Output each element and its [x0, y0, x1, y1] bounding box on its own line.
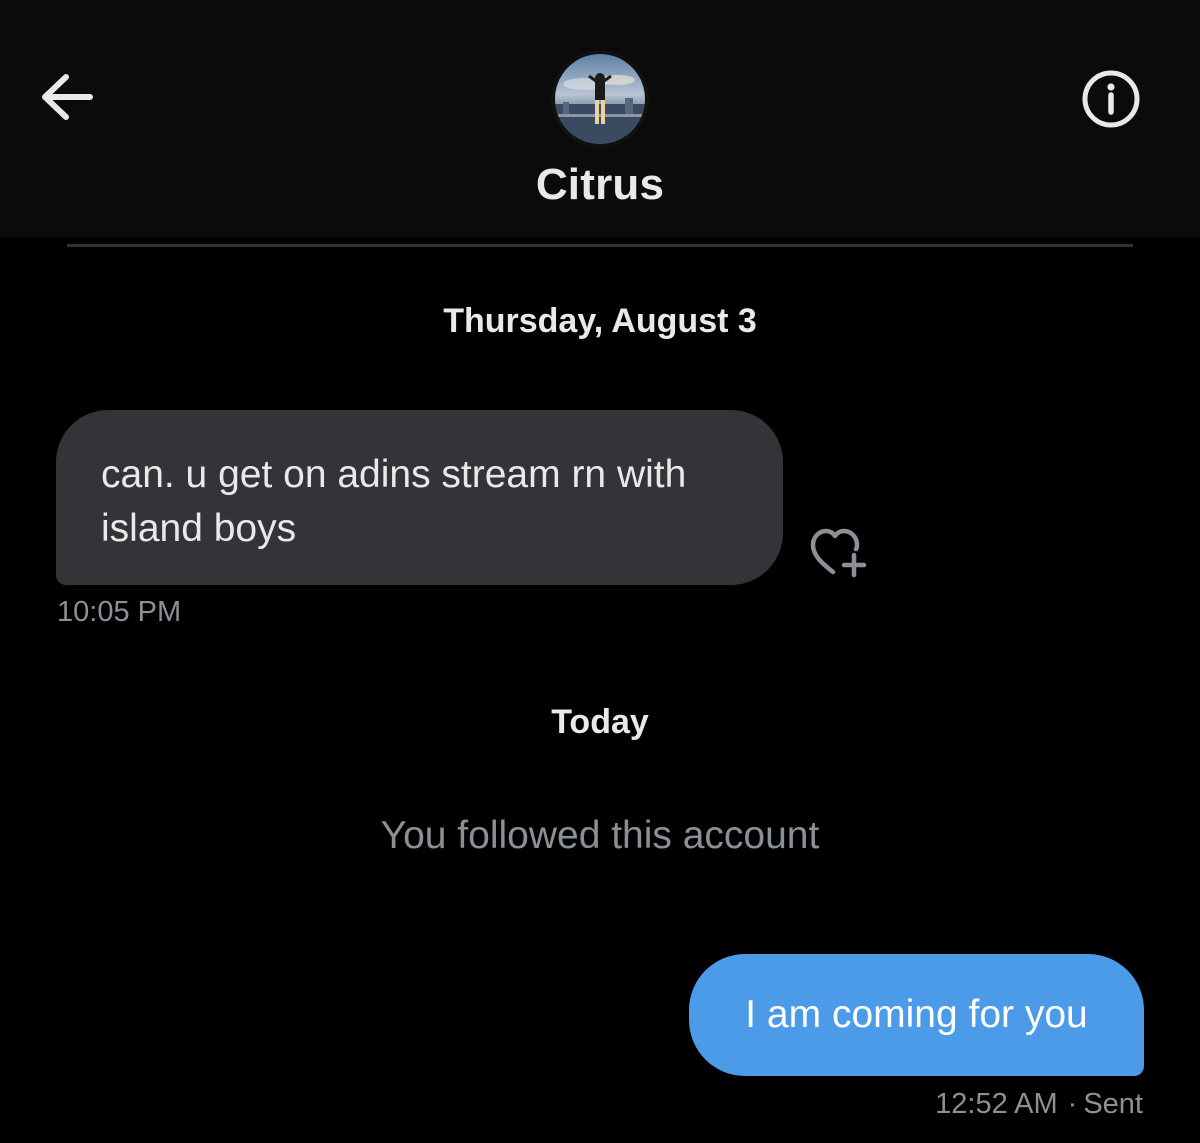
message-timestamp: 10:05 PM	[57, 596, 182, 628]
incoming-message-bubble[interactable]: can. u get on adins stream rn with islan…	[56, 410, 783, 585]
react-button[interactable]	[806, 524, 872, 580]
info-button[interactable]	[1078, 66, 1144, 132]
info-icon	[1082, 70, 1140, 128]
conversation-header: Citrus	[0, 0, 1200, 238]
date-separator: Thursday, August 3	[443, 302, 757, 340]
outgoing-message-text: I am coming for you	[745, 993, 1088, 1036]
back-button[interactable]	[32, 66, 102, 128]
follow-notice: You followed this account	[380, 814, 820, 857]
date-separator: Today	[551, 703, 649, 741]
outgoing-message-bubble[interactable]: I am coming for you	[689, 954, 1144, 1076]
avatar[interactable]	[551, 50, 649, 148]
status-separator: ·	[1067, 1088, 1078, 1120]
contact-name[interactable]: Citrus	[0, 160, 1200, 210]
heart-plus-icon	[810, 528, 867, 578]
delivery-status: Sent	[1083, 1088, 1143, 1120]
arrow-left-icon	[42, 74, 93, 120]
message-status-row: 12:52 AM · Sent	[935, 1088, 1143, 1121]
header-divider	[67, 244, 1133, 247]
message-timestamp: 12:52 AM	[935, 1088, 1058, 1120]
